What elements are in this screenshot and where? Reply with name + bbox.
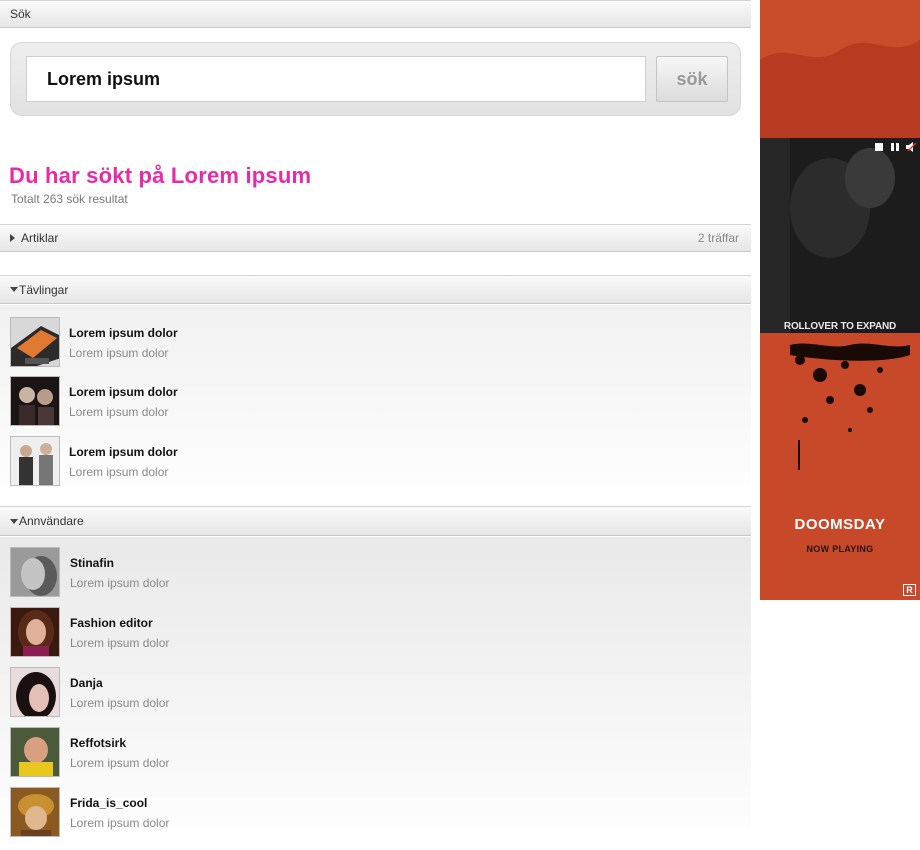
user-name: Fashion editor bbox=[70, 616, 153, 630]
search-input[interactable] bbox=[26, 56, 646, 102]
competitions-list: Lorem ipsum dolor Lorem ipsum dolor Lore… bbox=[0, 305, 751, 506]
list-item[interactable]: Danja Lorem ipsum dolor bbox=[10, 667, 410, 717]
list-item[interactable]: Stinafin Lorem ipsum dolor bbox=[10, 547, 410, 597]
competition-title: Lorem ipsum dolor bbox=[69, 445, 178, 459]
competition-subtitle: Lorem ipsum dolor bbox=[69, 465, 169, 479]
section-competitions-header[interactable]: Tävlingar bbox=[0, 275, 751, 304]
list-item[interactable]: Lorem ipsum dolor Lorem ipsum dolor bbox=[10, 376, 410, 426]
competition-subtitle: Lorem ipsum dolor bbox=[69, 405, 169, 419]
user-subtitle: Lorem ipsum dolor bbox=[70, 636, 170, 650]
competition-thumbnail bbox=[10, 436, 60, 486]
pause-icon[interactable] bbox=[890, 142, 900, 152]
section-articles-header[interactable]: Artiklar 2 träffar bbox=[0, 224, 751, 252]
competition-thumbnail bbox=[10, 317, 60, 367]
avatar bbox=[10, 547, 60, 597]
user-name: Frida_is_cool bbox=[70, 796, 148, 810]
users-list: Stinafin Lorem ipsum dolor Fashion edito… bbox=[0, 537, 751, 850]
competition-title: Lorem ipsum dolor bbox=[69, 326, 178, 340]
expand-arrow-icon bbox=[10, 234, 15, 242]
user-name: Stinafin bbox=[70, 556, 114, 570]
section-users-label: Annvändare bbox=[19, 514, 84, 528]
search-section-header: Sök bbox=[0, 0, 751, 28]
user-subtitle: Lorem ipsum dolor bbox=[70, 576, 170, 590]
list-item[interactable]: Frida_is_cool Lorem ipsum dolor bbox=[10, 787, 410, 837]
collapse-arrow-icon bbox=[10, 518, 18, 524]
ad-rating-badge: R bbox=[903, 584, 916, 596]
list-item[interactable]: Fashion editor Lorem ipsum dolor bbox=[10, 607, 410, 657]
stop-icon[interactable] bbox=[874, 142, 884, 152]
user-name: Reffotsirk bbox=[70, 736, 127, 750]
ad-rollover-text: ROLLOVER TO EXPAND bbox=[783, 321, 897, 332]
user-subtitle: Lorem ipsum dolor bbox=[70, 696, 170, 710]
avatar bbox=[10, 607, 60, 657]
search-box: sök bbox=[10, 42, 741, 116]
search-results-page: Sök sök Du har sökt på Lorem ipsum Total… bbox=[0, 0, 751, 850]
avatar bbox=[10, 787, 60, 837]
list-item[interactable]: Lorem ipsum dolor Lorem ipsum dolor bbox=[10, 436, 410, 486]
list-item[interactable]: Reffotsirk Lorem ipsum dolor bbox=[10, 727, 410, 777]
competition-thumbnail bbox=[10, 376, 60, 426]
ad-video[interactable] bbox=[760, 138, 920, 333]
user-subtitle: Lorem ipsum dolor bbox=[70, 816, 170, 830]
results-count: Totalt 263 sök resultat bbox=[11, 192, 128, 206]
mute-icon[interactable] bbox=[906, 142, 917, 152]
competition-title: Lorem ipsum dolor bbox=[69, 385, 178, 399]
section-competitions-label: Tävlingar bbox=[19, 282, 69, 297]
ad-movie-title: DOOMSDAY bbox=[794, 516, 886, 533]
ad-controls bbox=[874, 142, 917, 152]
user-subtitle: Lorem ipsum dolor bbox=[70, 756, 170, 770]
ad-tagline: NOW PLAYING bbox=[806, 544, 874, 554]
user-name: Danja bbox=[70, 676, 103, 690]
ad-banner[interactable]: ROLLOVER TO EXPAND DOOMSDAY NOW PLAYING … bbox=[760, 0, 920, 600]
results-title: Du har sökt på Lorem ipsum bbox=[9, 163, 312, 188]
section-articles-hits: 2 träffar bbox=[697, 231, 739, 245]
list-item[interactable]: Lorem ipsum dolor Lorem ipsum dolor bbox=[10, 317, 410, 367]
avatar bbox=[10, 727, 60, 777]
collapse-arrow-icon bbox=[10, 287, 18, 292]
section-articles-label: Artiklar bbox=[21, 231, 59, 245]
competition-subtitle: Lorem ipsum dolor bbox=[69, 346, 169, 360]
section-users-header[interactable]: Annvändare bbox=[0, 506, 751, 536]
search-button[interactable]: sök bbox=[656, 56, 728, 102]
search-section-label: Sök bbox=[10, 7, 31, 21]
avatar bbox=[10, 667, 60, 717]
